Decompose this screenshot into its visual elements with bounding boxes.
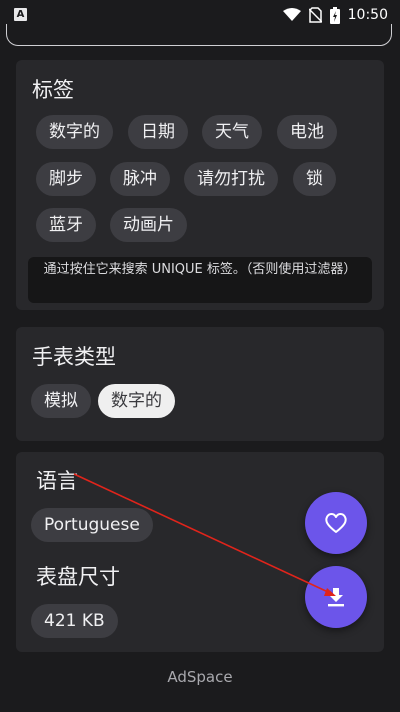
annotation-arrow xyxy=(73,473,336,596)
